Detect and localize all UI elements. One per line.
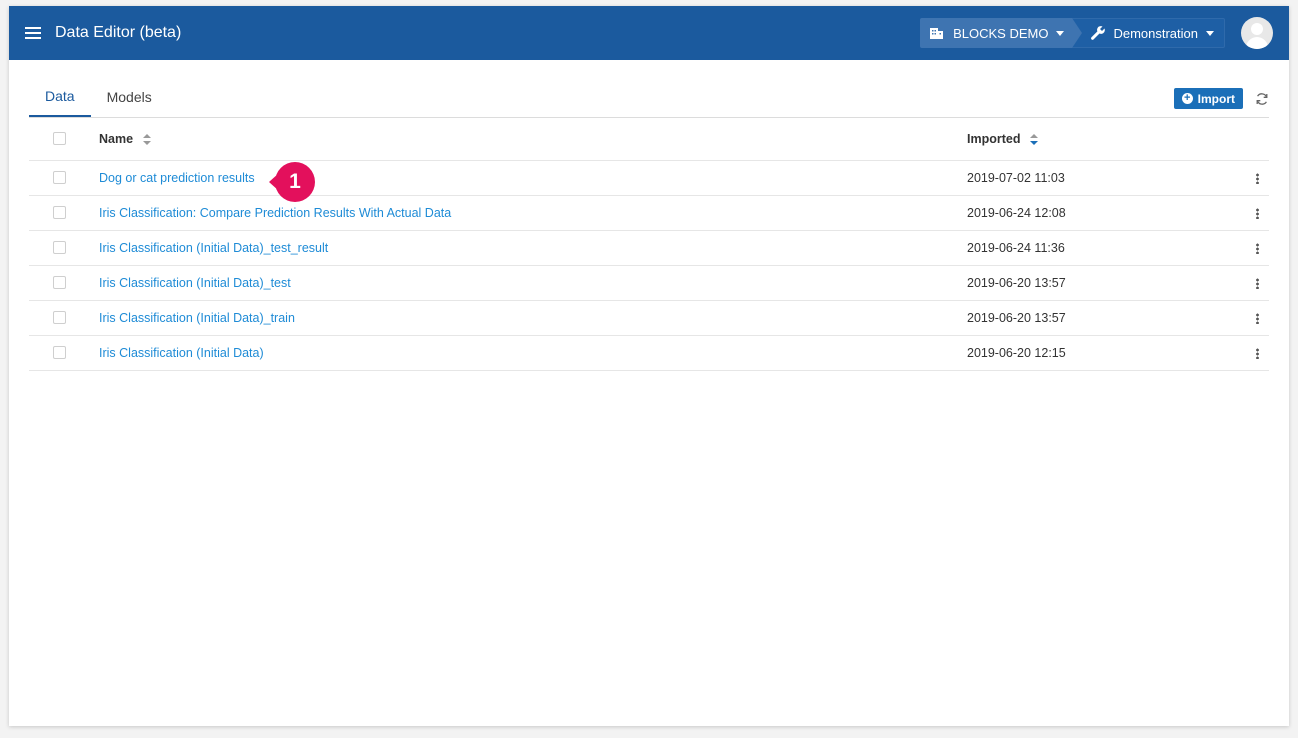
callout-number: 1	[275, 162, 315, 202]
building-icon	[930, 28, 944, 39]
chevron-down-icon	[1056, 30, 1065, 36]
tab-data[interactable]: Data	[29, 88, 91, 117]
dataset-name-link[interactable]: Iris Classification: Compare Prediction …	[99, 206, 451, 220]
select-all-checkbox[interactable]	[53, 132, 66, 146]
import-button[interactable]: + Import	[1173, 88, 1243, 109]
project-selector[interactable]: Demonstration	[1072, 18, 1225, 48]
row-checkbox[interactable]	[53, 311, 66, 324]
dataset-name-link[interactable]: Iris Classification (Initial Data)_test	[99, 276, 291, 290]
table-row: Iris Classification (Initial Data)_test_…	[29, 230, 1269, 266]
table-row: Dog or cat prediction results 2019-07-02…	[29, 160, 1269, 196]
sort-icon[interactable]	[1029, 133, 1038, 145]
table-row: Iris Classification (Initial Data)_test …	[29, 265, 1269, 301]
refresh-icon[interactable]	[1255, 92, 1269, 106]
row-checkbox[interactable]	[53, 206, 66, 219]
row-checkbox[interactable]	[53, 346, 66, 359]
org-name: BLOCKS DEMO	[953, 25, 1049, 41]
wrench-icon	[1091, 26, 1106, 40]
more-vert-icon[interactable]	[1245, 195, 1269, 231]
dataset-name-link[interactable]: Iris Classification (Initial Data)_train	[99, 311, 295, 325]
table-header-row: Name Imported	[29, 118, 1269, 161]
row-checkbox[interactable]	[53, 171, 66, 184]
dataset-name-link[interactable]: Iris Classification (Initial Data)_test_…	[99, 241, 328, 255]
imported-date: 2019-06-20 13:57	[967, 265, 1245, 301]
row-checkbox[interactable]	[53, 241, 66, 254]
tab-actions: + Import	[1173, 88, 1269, 109]
app-window: Data Editor (beta) BLOCKS DEMO Demonstra…	[9, 6, 1289, 726]
row-checkbox[interactable]	[53, 276, 66, 289]
more-vert-icon[interactable]	[1245, 230, 1269, 266]
column-header-name[interactable]: Name	[99, 118, 967, 161]
more-vert-icon[interactable]	[1245, 265, 1269, 301]
imported-date: 2019-06-20 13:57	[967, 300, 1245, 336]
table-row: Iris Classification (Initial Data) 2019-…	[29, 335, 1269, 371]
chevron-down-icon	[1206, 30, 1214, 36]
sort-icon[interactable]	[142, 133, 151, 145]
step-callout: 1	[269, 160, 315, 204]
user-avatar[interactable]	[1241, 17, 1273, 49]
plus-circle-icon: +	[1181, 93, 1193, 104]
imported-date: 2019-06-24 11:36	[967, 230, 1245, 266]
more-vert-icon[interactable]	[1245, 160, 1269, 196]
dataset-name-link[interactable]: Iris Classification (Initial Data)	[99, 346, 264, 360]
imported-date: 2019-06-20 12:15	[967, 335, 1245, 371]
table-row: Iris Classification: Compare Prediction …	[29, 195, 1269, 231]
more-vert-icon[interactable]	[1245, 335, 1269, 371]
import-label: Import	[1197, 91, 1235, 106]
main-content: Data Models + Import Name Imported Dog o…	[9, 60, 1289, 371]
more-vert-icon[interactable]	[1245, 300, 1269, 336]
org-selector[interactable]: BLOCKS DEMO	[920, 18, 1083, 48]
app-header: Data Editor (beta) BLOCKS DEMO Demonstra…	[9, 6, 1289, 60]
column-header-imported[interactable]: Imported	[967, 118, 1245, 161]
imported-date: 2019-07-02 11:03	[967, 160, 1245, 196]
app-title: Data Editor (beta)	[55, 24, 182, 41]
org-project-breadcrumb: BLOCKS DEMO Demonstration	[920, 18, 1225, 48]
dataset-name-link[interactable]: Dog or cat prediction results	[99, 171, 255, 185]
tab-bar: Data Models + Import	[29, 60, 1269, 118]
imported-date: 2019-06-24 12:08	[967, 195, 1245, 231]
project-name: Demonstration	[1113, 25, 1198, 41]
table-row: Iris Classification (Initial Data)_train…	[29, 300, 1269, 336]
hamburger-menu-icon[interactable]	[25, 26, 41, 40]
data-table: Name Imported Dog or cat prediction resu…	[29, 118, 1269, 371]
tab-models[interactable]: Models	[91, 89, 168, 117]
